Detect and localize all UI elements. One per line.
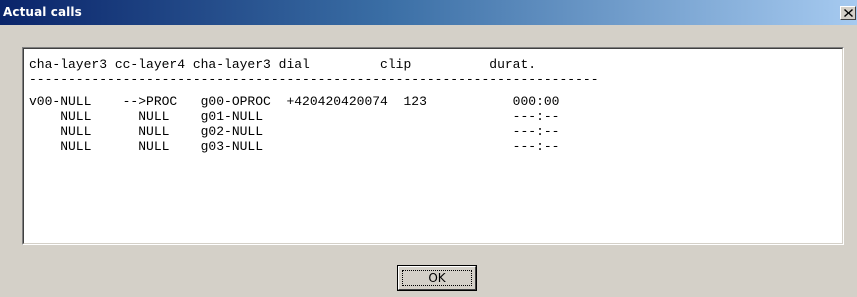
ok-button-label: OK	[402, 270, 472, 286]
calls-listbox[interactable]: cha-layer3 cc-layer4 cha-layer3 dial cli…	[22, 47, 844, 245]
title-bar[interactable]: Actual calls	[0, 0, 857, 25]
column-header-row: cha-layer3 cc-layer4 cha-layer3 dial cli…	[29, 57, 537, 72]
header-separator: ----------------------------------------…	[29, 72, 599, 87]
call-row[interactable]: NULL NULL g01-NULL ---:--	[29, 109, 559, 124]
call-row[interactable]: v00-NULL -->PROC g00-OPROC +420420420074…	[29, 94, 560, 109]
call-row[interactable]: NULL NULL g03-NULL ---:--	[29, 139, 559, 154]
window-title: Actual calls	[3, 5, 82, 19]
ok-button[interactable]: OK	[398, 266, 476, 290]
call-row[interactable]: NULL NULL g02-NULL ---:--	[29, 124, 559, 139]
close-button[interactable]	[840, 6, 856, 20]
actual-calls-dialog: Actual calls cha-layer3 cc-layer4 cha-la…	[0, 0, 857, 297]
close-icon	[843, 9, 853, 17]
calls-listbox-frame: cha-layer3 cc-layer4 cha-layer3 dial cli…	[23, 48, 843, 244]
